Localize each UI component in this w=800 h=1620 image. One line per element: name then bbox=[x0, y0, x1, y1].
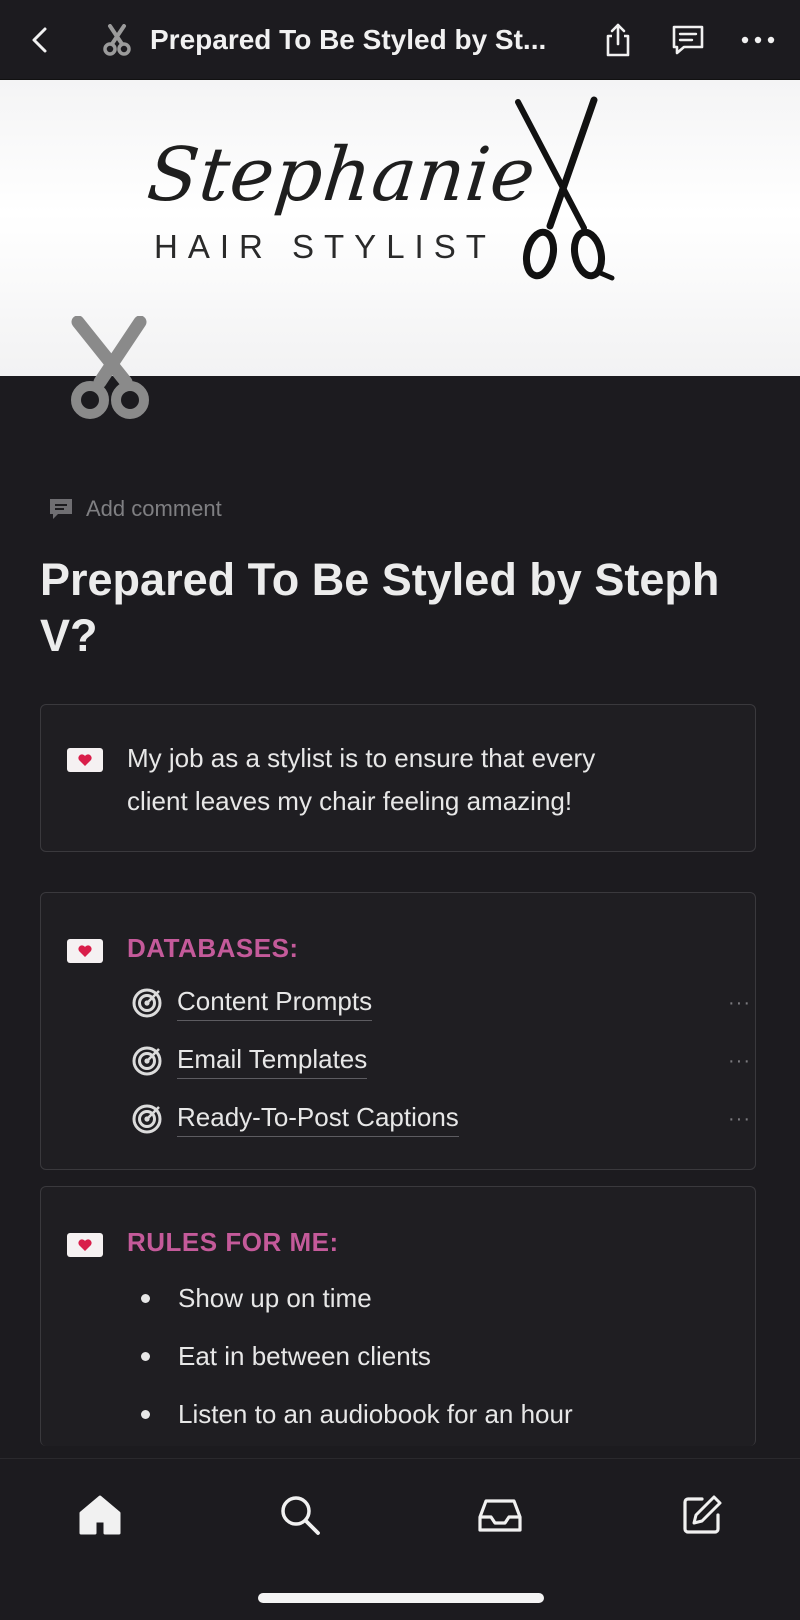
bullet-icon bbox=[141, 1294, 150, 1303]
page-title-bar: Prepared To Be Styled by St... bbox=[150, 23, 547, 55]
bullet-icon bbox=[141, 1352, 150, 1361]
add-comment-label: Add comment bbox=[86, 496, 222, 521]
database-label: Email Templates bbox=[177, 1044, 368, 1079]
database-link-ready-to-post-captions[interactable]: Ready-To-Post Captions ··· bbox=[131, 1097, 751, 1141]
database-link-content-prompts[interactable]: Content Prompts ··· bbox=[131, 981, 751, 1025]
back-button[interactable] bbox=[20, 20, 60, 60]
heart-letter-icon bbox=[67, 748, 103, 772]
database-label: Ready-To-Post Captions bbox=[177, 1102, 459, 1137]
heart-letter-icon bbox=[67, 939, 103, 963]
more-icon[interactable]: ··· bbox=[728, 1050, 751, 1073]
more-icon[interactable]: ··· bbox=[728, 1108, 751, 1131]
list-item-text: Eat in between clients bbox=[178, 1341, 431, 1371]
page-icon-small bbox=[100, 23, 134, 57]
new-page-button[interactable] bbox=[674, 1487, 730, 1543]
database-label: Content Prompts bbox=[177, 986, 373, 1021]
target-icon bbox=[132, 1104, 162, 1134]
bullet-icon bbox=[141, 1410, 150, 1419]
more-icon bbox=[741, 36, 775, 43]
top-bar: Prepared To Be Styled by St... bbox=[0, 0, 800, 80]
page-scissors-icon[interactable] bbox=[64, 316, 164, 426]
home-button[interactable] bbox=[72, 1487, 128, 1543]
callout-intro-line1: My job as a stylist is to ensure that ev… bbox=[127, 743, 596, 773]
home-indicator[interactable] bbox=[258, 1593, 544, 1603]
share-icon bbox=[606, 23, 630, 56]
cover-subtitle: HAIR STYLIST bbox=[154, 228, 496, 265]
home-icon bbox=[79, 1495, 121, 1535]
share-button[interactable] bbox=[596, 18, 640, 62]
callout-rules[interactable]: RULES FOR ME: Show up on time Eat in bet… bbox=[40, 1186, 756, 1446]
list-item[interactable]: Show up on time bbox=[141, 1283, 372, 1314]
callout-intro[interactable]: My job as a stylist is to ensure that ev… bbox=[40, 704, 756, 852]
search-button[interactable] bbox=[272, 1487, 328, 1543]
scissors-icon bbox=[103, 23, 131, 56]
list-item-text: Show up on time bbox=[178, 1283, 372, 1313]
chevron-left-icon bbox=[32, 27, 47, 52]
comment-icon bbox=[50, 499, 72, 519]
new-page-icon bbox=[683, 1495, 722, 1534]
callout-databases[interactable]: DATABASES: Content Prompts ··· Email Tem… bbox=[40, 892, 756, 1170]
cover-script-name: Stephanie bbox=[143, 132, 541, 218]
notion-page: Prepared To Be Styled by St... Stephanie… bbox=[0, 0, 800, 1620]
search-icon bbox=[281, 1496, 320, 1535]
target-icon bbox=[132, 1046, 162, 1076]
inbox-button[interactable] bbox=[472, 1487, 528, 1543]
comment-icon bbox=[672, 25, 704, 54]
databases-heading: DATABASES: bbox=[127, 933, 299, 963]
more-button[interactable] bbox=[736, 18, 780, 62]
inbox-icon bbox=[478, 1499, 522, 1532]
add-comment-button[interactable]: Add comment bbox=[48, 496, 222, 522]
heart-letter-icon bbox=[67, 1233, 103, 1257]
bottom-nav bbox=[0, 1458, 800, 1620]
more-icon[interactable]: ··· bbox=[728, 992, 751, 1015]
list-item-text: Listen to an audiobook for an hour bbox=[178, 1399, 573, 1429]
list-item[interactable]: Listen to an audiobook for an hour bbox=[141, 1399, 573, 1430]
list-item[interactable]: Eat in between clients bbox=[141, 1341, 431, 1372]
comments-button[interactable] bbox=[666, 18, 710, 62]
callout-intro-line2: client leaves my chair feeling amazing! bbox=[127, 786, 573, 816]
database-link-email-templates[interactable]: Email Templates ··· bbox=[131, 1039, 751, 1083]
cover-scissors-icon bbox=[515, 96, 615, 281]
target-icon bbox=[132, 988, 162, 1018]
page-title[interactable]: Prepared To Be Styled by Steph V? bbox=[40, 552, 760, 664]
rules-heading: RULES FOR ME: bbox=[127, 1227, 339, 1257]
